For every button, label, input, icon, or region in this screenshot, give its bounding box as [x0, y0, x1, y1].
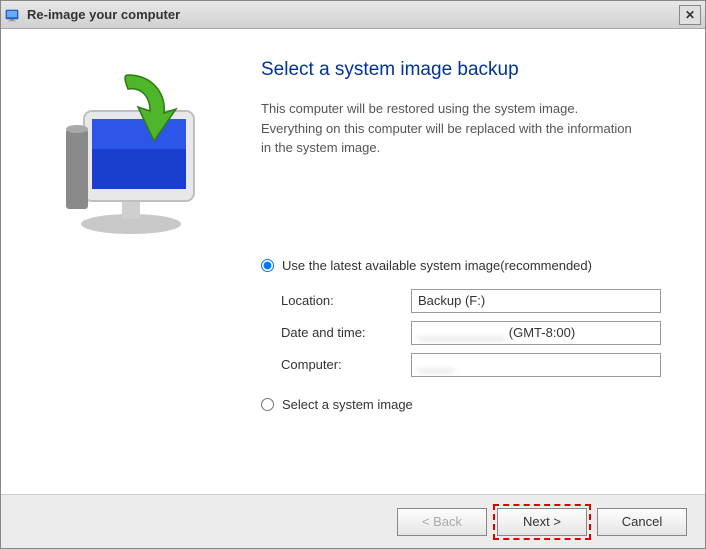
page-heading: Select a system image backup [261, 59, 675, 81]
latest-image-details: Location: Backup (F:) Date and time: ___… [281, 289, 675, 377]
wizard-window: Re-image your computer ✕ [0, 0, 706, 549]
cancel-button[interactable]: Cancel [597, 508, 687, 536]
titlebar: Re-image your computer ✕ [1, 1, 705, 29]
next-button[interactable]: Next > [497, 508, 587, 536]
option-use-latest-label: Use the latest available system image(re… [282, 258, 592, 273]
field-location: Location: Backup (F:) [281, 289, 675, 313]
datetime-value: ____________ (GMT-8:00) [411, 321, 661, 345]
datetime-obscured: ____________ [418, 325, 505, 340]
datetime-tz: (GMT-8:00) [509, 325, 575, 340]
button-bar: < Back Next > Cancel [1, 494, 705, 548]
app-icon [5, 7, 21, 23]
option-select-image[interactable]: Select a system image [261, 397, 675, 412]
option-use-latest[interactable]: Use the latest available system image(re… [261, 258, 675, 273]
location-label: Location: [281, 293, 411, 308]
page-description: This computer will be restored using the… [261, 99, 641, 158]
right-panel: Select a system image backup This comput… [251, 29, 705, 494]
location-value: Backup (F:) [411, 289, 661, 313]
back-button[interactable]: < Back [397, 508, 487, 536]
computer-label: Computer: [281, 357, 411, 372]
close-button[interactable]: ✕ [679, 5, 701, 25]
field-datetime: Date and time: ____________ (GMT-8:00) [281, 321, 675, 345]
content-area: Select a system image backup This comput… [1, 29, 705, 494]
close-icon: ✕ [685, 8, 695, 22]
wizard-graphic [36, 69, 216, 239]
left-panel [1, 29, 251, 494]
field-computer: Computer: _____ [281, 353, 675, 377]
computer-value: _____ [411, 353, 661, 377]
computer-obscured: _____ [418, 357, 454, 372]
datetime-label: Date and time: [281, 325, 411, 340]
radio-use-latest[interactable] [261, 259, 274, 272]
window-title: Re-image your computer [27, 7, 679, 22]
option-select-image-label: Select a system image [282, 397, 413, 412]
radio-select-image[interactable] [261, 398, 274, 411]
